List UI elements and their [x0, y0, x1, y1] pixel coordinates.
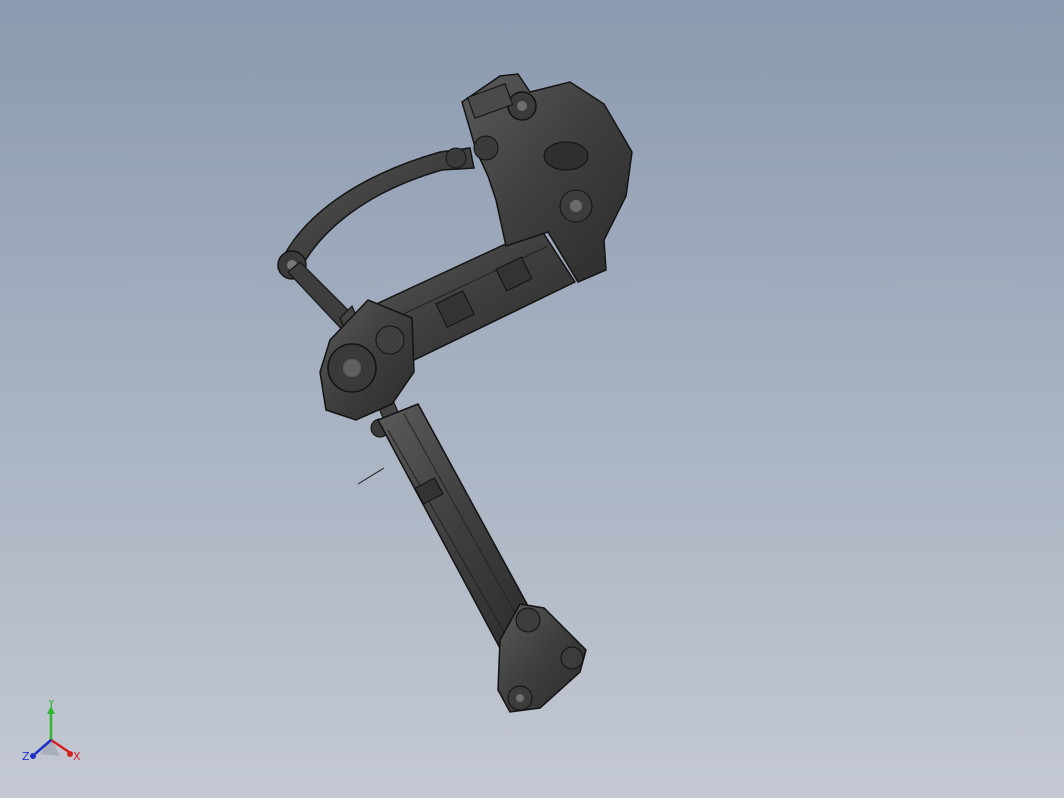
triad-y-label: Y [47, 700, 55, 710]
triad-x-label: X [73, 750, 81, 763]
base-unit[interactable] [497, 603, 587, 713]
reference-triad: Y X Z [22, 700, 81, 763]
curved-link[interactable] [277, 147, 475, 280]
graphics-viewport[interactable]: Y X Z [0, 0, 1064, 798]
robot-arm-model[interactable] [0, 0, 1064, 798]
triad-z-label: Z [22, 750, 30, 763]
